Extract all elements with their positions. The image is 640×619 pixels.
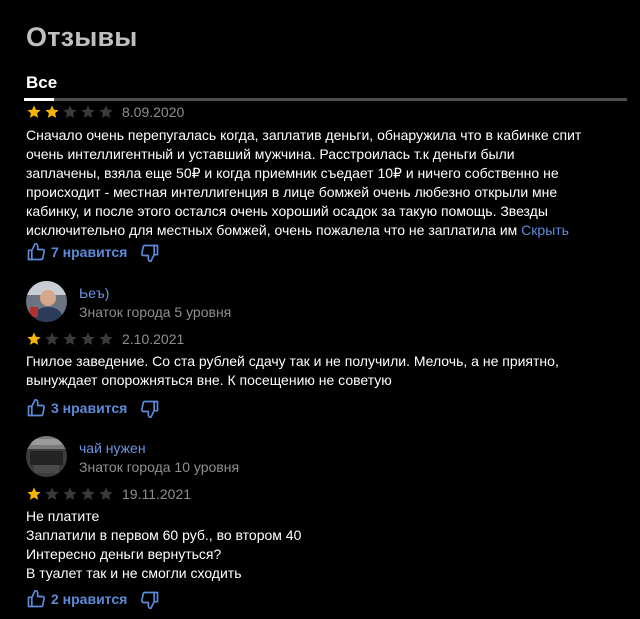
tab-all[interactable]: Все [26, 73, 57, 93]
star-empty-icon [80, 331, 96, 352]
review-line: Гнилое заведение. Со ста рублей сдачу та… [26, 353, 559, 369]
review-date: 2.10.2021 [122, 331, 185, 347]
thumbs-up-icon [26, 589, 46, 609]
dislike-button[interactable] [140, 399, 160, 419]
star-empty-icon [98, 104, 114, 125]
like-button[interactable]: 2 нравится [26, 589, 127, 609]
rating-stars [26, 486, 114, 507]
like-count: 2 нравится [51, 591, 128, 607]
avatar[interactable] [26, 281, 67, 322]
like-count: 3 нравится [51, 400, 128, 416]
like-button[interactable]: 3 нравится [26, 398, 127, 418]
review-line: В туалет так и не смогли сходить [26, 565, 242, 581]
star-filled-icon [26, 486, 42, 507]
thumbs-down-icon [140, 243, 160, 263]
star-empty-icon [62, 104, 78, 125]
author-name[interactable]: чай нужен [79, 440, 146, 456]
thumbs-down-icon [140, 399, 160, 419]
review-line: кабинку, и после этого остался очень хор… [26, 203, 548, 219]
review-text: Не платите Заплатили в первом 60 руб., в… [26, 507, 626, 583]
tab-divider [24, 98, 627, 101]
star-empty-icon [62, 331, 78, 352]
review-line: Не платите [26, 508, 100, 524]
reviews-page: Отзывы Все 8.09.2020 Сначало очень переп… [0, 0, 640, 619]
star-filled-icon [44, 104, 60, 125]
review-line: происходит - местная интеллигенция в лиц… [26, 184, 558, 200]
like-count: 7 нравится [51, 244, 128, 260]
rating-stars [26, 331, 114, 352]
thumbs-up-icon [26, 242, 46, 262]
star-empty-icon [62, 486, 78, 507]
star-empty-icon [44, 486, 60, 507]
thumbs-down-icon [140, 590, 160, 610]
hide-link[interactable]: Скрыть [521, 222, 569, 238]
review-line: Интересно деньги вернуться? [26, 546, 222, 562]
page-title: Отзывы [26, 22, 138, 52]
dislike-button[interactable] [140, 590, 160, 610]
review-line: вынуждает опорожняться вне. К посещению … [26, 372, 392, 388]
star-filled-icon [26, 104, 42, 125]
review-date: 19.11.2021 [122, 486, 192, 502]
review-line: Сначало очень перепугалась когда, заплат… [26, 127, 582, 143]
review-line: очень интеллигентный и уставший мужчина.… [26, 146, 515, 162]
review-line: заплачены, взяла еще 50₽ и когда приемни… [26, 165, 559, 181]
author-rank: Знаток города 5 уровня [79, 304, 232, 320]
review-text: Гнилое заведение. Со ста рублей сдачу та… [26, 352, 626, 390]
rating-stars [26, 104, 114, 125]
avatar[interactable] [26, 436, 67, 477]
star-filled-icon [26, 331, 42, 352]
star-empty-icon [98, 486, 114, 507]
star-empty-icon [98, 331, 114, 352]
review-line: Заплатили в первом 60 руб., во втором 40 [26, 527, 302, 543]
review-text: Сначало очень перепугалась когда, заплат… [26, 126, 626, 240]
review-line: исключительно для местных бомжей, очень … [26, 221, 626, 240]
dislike-button[interactable] [140, 243, 160, 263]
review-date: 8.09.2020 [122, 104, 185, 120]
author-name[interactable]: Ьеъ) [79, 285, 109, 301]
author-rank: Знаток города 10 уровня [79, 459, 240, 475]
thumbs-up-icon [26, 398, 46, 418]
star-empty-icon [80, 104, 96, 125]
like-button[interactable]: 7 нравится [26, 242, 127, 262]
tab-active-indicator [24, 98, 54, 101]
star-empty-icon [80, 486, 96, 507]
star-empty-icon [44, 331, 60, 352]
review-line-text: исключительно для местных бомжей, очень … [26, 222, 518, 238]
